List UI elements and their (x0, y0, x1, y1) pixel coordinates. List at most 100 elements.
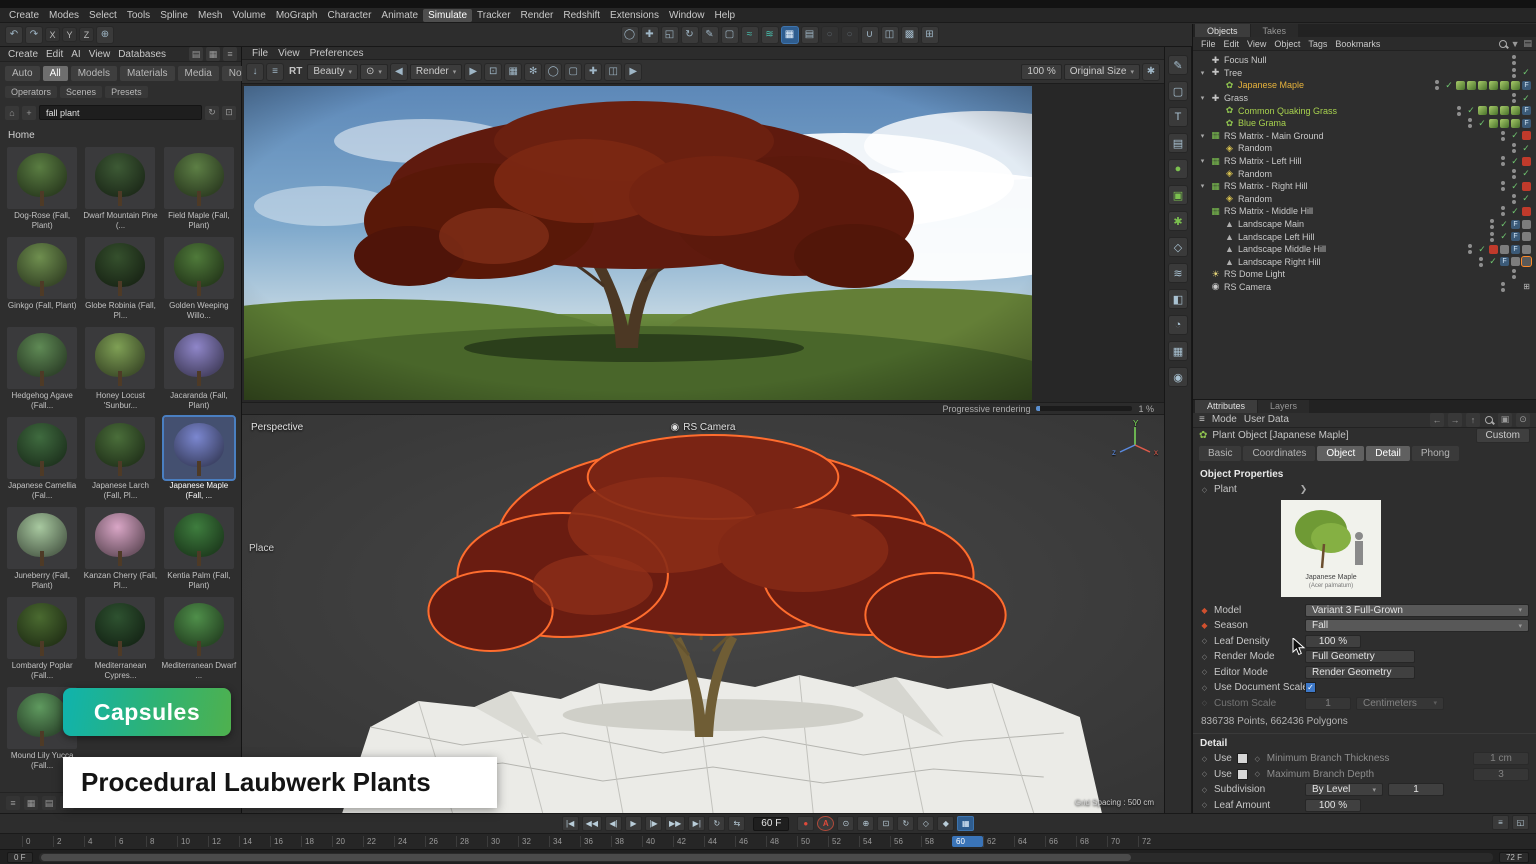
object-row[interactable]: ◈Random✓ (1193, 142, 1536, 155)
enable-check-icon[interactable]: ✓ (1521, 67, 1531, 78)
axis-lock-z[interactable]: Z (79, 27, 94, 42)
asset-item[interactable]: Hedgehog Agave (Fall... (4, 327, 80, 413)
object-row[interactable]: ▦RS Matrix - Middle Hill✓ (1193, 205, 1536, 218)
visibility-dots[interactable] (1501, 282, 1505, 292)
grid-view-icon[interactable]: ▦ (24, 796, 38, 810)
polygons-mode-icon[interactable]: ◧ (1168, 289, 1188, 309)
next-key-button[interactable]: ▶▶ (665, 816, 685, 831)
subdivision-mode-dropdown[interactable]: By Level▾ (1305, 783, 1383, 796)
object-row[interactable]: ✚Focus Null (1193, 54, 1536, 67)
menu-simulate[interactable]: Simulate (423, 9, 472, 22)
remesh-icon[interactable]: ⊞ (921, 26, 939, 44)
frame-tick[interactable]: 56 (890, 836, 921, 847)
go-to-end-button[interactable]: ▶| (688, 816, 705, 831)
asset-item[interactable]: Lombardy Poplar (Fall... (4, 597, 80, 683)
menu-help[interactable]: Help (710, 9, 741, 22)
circle-mask-icon[interactable]: ◯ (544, 63, 562, 81)
min-branch-use-checkbox[interactable] (1237, 753, 1248, 764)
viewport-camera-label[interactable]: ◉RS Camera (671, 422, 736, 433)
asset-item[interactable]: Jacaranda (Fall, Plant) (161, 327, 237, 413)
frame-tick[interactable]: 50 (797, 836, 828, 847)
enable-check-icon[interactable]: ✓ (1488, 256, 1498, 267)
save-render-icon[interactable]: ↓ (246, 63, 264, 81)
tag-chip[interactable] (1522, 257, 1531, 266)
frame-tick[interactable]: 8 (146, 836, 177, 847)
move-tool-icon[interactable]: ✚ (641, 26, 659, 44)
frame-tick[interactable]: 10 (177, 836, 208, 847)
current-frame-field[interactable]: 60 F (753, 817, 789, 831)
go-to-start-button[interactable]: |◀ (562, 816, 579, 831)
enable-check-icon[interactable]: ✓ (1521, 168, 1531, 179)
frame-tick[interactable]: 34 (549, 836, 580, 847)
rv-menu-file[interactable]: File (248, 48, 272, 59)
use-document-scale-checkbox[interactable]: ✓ (1305, 682, 1316, 693)
range-end-field[interactable]: 72 F (1499, 852, 1529, 863)
material-tag-chip[interactable] (1511, 81, 1520, 90)
tab-phong[interactable]: Phong (1412, 446, 1459, 461)
material-tag-chip[interactable] (1478, 81, 1487, 90)
anim-dot[interactable]: ◇ (1200, 801, 1209, 809)
dim-circle2-icon[interactable]: ○ (841, 26, 859, 44)
material-tag-chip[interactable] (1489, 106, 1498, 115)
material-tag-chip[interactable] (1500, 119, 1509, 128)
axis-lock-y[interactable]: Y (62, 27, 77, 42)
visibility-dots[interactable] (1501, 131, 1505, 141)
filter-auto[interactable]: Auto (5, 66, 40, 81)
asset-item[interactable]: Field Maple (Fall, Plant) (161, 147, 237, 233)
asset-item[interactable]: Golden Weeping Willo... (161, 237, 237, 323)
mode-menu[interactable]: Mode (1212, 414, 1237, 425)
expand-arrow-icon[interactable]: ▾ (1198, 132, 1207, 140)
object-row[interactable]: ▾✚Grass✓ (1193, 92, 1536, 105)
enable-check-icon[interactable]: ✓ (1477, 118, 1487, 129)
tag-chip[interactable] (1522, 220, 1531, 229)
object-row[interactable]: ◈Random✓ (1193, 193, 1536, 206)
forward-icon[interactable]: → (1448, 413, 1462, 427)
anim-dot[interactable]: ◇ (1200, 486, 1209, 494)
tab-layers[interactable]: Layers (1258, 400, 1309, 413)
visibility-dots[interactable] (1468, 244, 1472, 254)
back-icon[interactable]: ← (1430, 413, 1444, 427)
frame-tick[interactable]: 22 (363, 836, 394, 847)
sort-icon[interactable]: ▤ (42, 796, 56, 810)
anim-dot[interactable]: ◇ (1200, 755, 1209, 763)
autokeying-button[interactable]: A (817, 816, 834, 831)
rv-menu-preferences[interactable]: Preferences (306, 48, 368, 59)
menu-modes[interactable]: Modes (44, 9, 84, 22)
frame-tick[interactable]: 4 (84, 836, 115, 847)
position-key-toggle[interactable]: ⊕ (857, 816, 874, 831)
panel-burger-icon[interactable]: ≡ (1199, 414, 1205, 425)
season-dropdown[interactable]: Fall▾ (1305, 619, 1529, 632)
frame-tick[interactable]: 14 (239, 836, 270, 847)
target-tag-icon[interactable]: ⊞ (1522, 282, 1531, 291)
frame-tick[interactable]: 32 (518, 836, 549, 847)
editor-mode-dropdown[interactable]: Render Geometry (1305, 666, 1415, 679)
frame-tick[interactable]: 30 (487, 836, 518, 847)
frame-tick[interactable]: 64 (1014, 836, 1045, 847)
enable-check-icon[interactable]: ✓ (1510, 206, 1520, 217)
pen-tool-icon[interactable]: ✎ (701, 26, 719, 44)
tab-coordinates[interactable]: Coordinates (1243, 446, 1315, 461)
expander-chevron-icon[interactable]: ❯ (1300, 484, 1308, 495)
frame-tick[interactable]: 58 (921, 836, 952, 847)
enable-check-icon[interactable]: ✓ (1466, 105, 1476, 116)
field-tag-chip[interactable]: F (1500, 257, 1509, 266)
live-selection-icon[interactable]: ◯ (621, 26, 639, 44)
refresh-icon[interactable]: ↻ (205, 106, 219, 120)
enable-check-icon[interactable]: ✓ (1521, 143, 1531, 154)
sim-rigidbody-icon[interactable]: ▣ (1168, 185, 1188, 205)
visibility-dots[interactable] (1501, 181, 1505, 191)
visibility-dots[interactable] (1490, 219, 1494, 229)
plane-icon[interactable]: ▤ (801, 26, 819, 44)
list-view-icon[interactable]: ≡ (6, 796, 20, 810)
object-row[interactable]: ✿Common Quaking Grass✓F (1193, 104, 1536, 117)
field-tag-chip[interactable]: F (1522, 106, 1531, 115)
menu-window[interactable]: Window (664, 9, 710, 22)
material-tag-chip[interactable] (1489, 119, 1498, 128)
make-editable-icon[interactable]: ✎ (1168, 55, 1188, 75)
asset-item[interactable]: Mediterranean Cypres... (82, 597, 158, 683)
frame-tick[interactable]: 52 (828, 836, 859, 847)
model-dropdown[interactable]: Variant 3 Full-Grown▾ (1305, 604, 1529, 617)
visibility-dots[interactable] (1501, 206, 1505, 216)
om-menu-bookmarks[interactable]: Bookmarks (1331, 39, 1384, 49)
asset-item[interactable]: Globe Robinia (Fall, Pl... (82, 237, 158, 323)
